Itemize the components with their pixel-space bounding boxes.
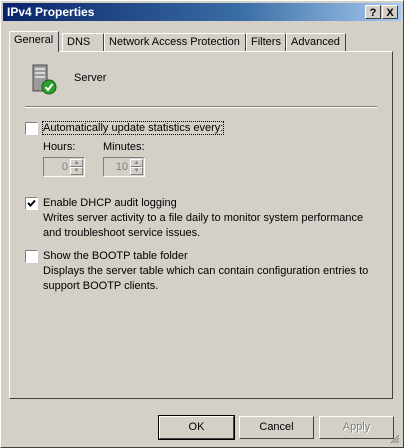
hours-value: 0: [61, 161, 68, 173]
minutes-label: Minutes:: [103, 141, 145, 153]
dhcp-audit-description: Writes server activity to a file daily t…: [43, 212, 364, 239]
tab-advanced[interactable]: Advanced: [286, 33, 346, 51]
spin-up-icon: ▲: [70, 159, 83, 167]
server-label: Server: [74, 72, 107, 84]
tab-label: Filters: [251, 36, 281, 48]
server-check-icon: [32, 64, 57, 95]
tab-filters[interactable]: Filters: [246, 33, 286, 51]
separator: [25, 106, 377, 108]
spin-down-icon: ▼: [70, 167, 83, 175]
ok-button[interactable]: OK: [158, 415, 235, 440]
apply-button[interactable]: Apply: [319, 416, 394, 439]
tab-label: Network Access Protection: [109, 36, 240, 48]
spin-up-icon: ▲: [130, 159, 143, 167]
help-button[interactable]: ?: [365, 5, 381, 19]
hours-stepper: 0 ▲ ▼: [43, 157, 85, 177]
bootp-description: Displays the server table which can cont…: [43, 265, 369, 292]
tab-label: Advanced: [291, 36, 340, 48]
tab-general[interactable]: General: [9, 31, 59, 52]
window-title: IPv4 Properties: [7, 5, 95, 19]
checkmark-icon: [27, 199, 36, 207]
bootp-checkbox[interactable]: [25, 250, 38, 263]
close-button[interactable]: X: [382, 5, 398, 19]
bootp-label[interactable]: Show the BOOTP table folder: [43, 250, 188, 262]
properties-dialog: IPv4 Properties ? X General DNS Network …: [0, 0, 404, 448]
cancel-button[interactable]: Cancel: [239, 416, 314, 439]
dhcp-audit-label[interactable]: Enable DHCP audit logging: [43, 197, 177, 209]
minutes-value: 10: [115, 161, 128, 173]
hours-spin-arrows: ▲ ▼: [70, 159, 83, 175]
auto-update-label[interactable]: Automatically update statistics every:: [41, 121, 225, 135]
dhcp-audit-checkbox[interactable]: [25, 197, 38, 210]
minutes-spin-arrows: ▲ ▼: [130, 159, 143, 175]
hours-label: Hours:: [43, 141, 76, 153]
resize-grip-icon[interactable]: [390, 434, 400, 444]
tab-network-access-protection[interactable]: Network Access Protection: [104, 33, 246, 51]
auto-update-checkbox[interactable]: [25, 122, 38, 135]
spin-down-icon: ▼: [130, 167, 143, 175]
tab-label: General: [14, 34, 54, 46]
title-bar[interactable]: IPv4 Properties ? X: [3, 3, 401, 21]
tab-dns[interactable]: DNS: [62, 33, 104, 51]
tab-label: DNS: [67, 36, 91, 48]
minutes-stepper: 10 ▲ ▼: [103, 157, 145, 177]
